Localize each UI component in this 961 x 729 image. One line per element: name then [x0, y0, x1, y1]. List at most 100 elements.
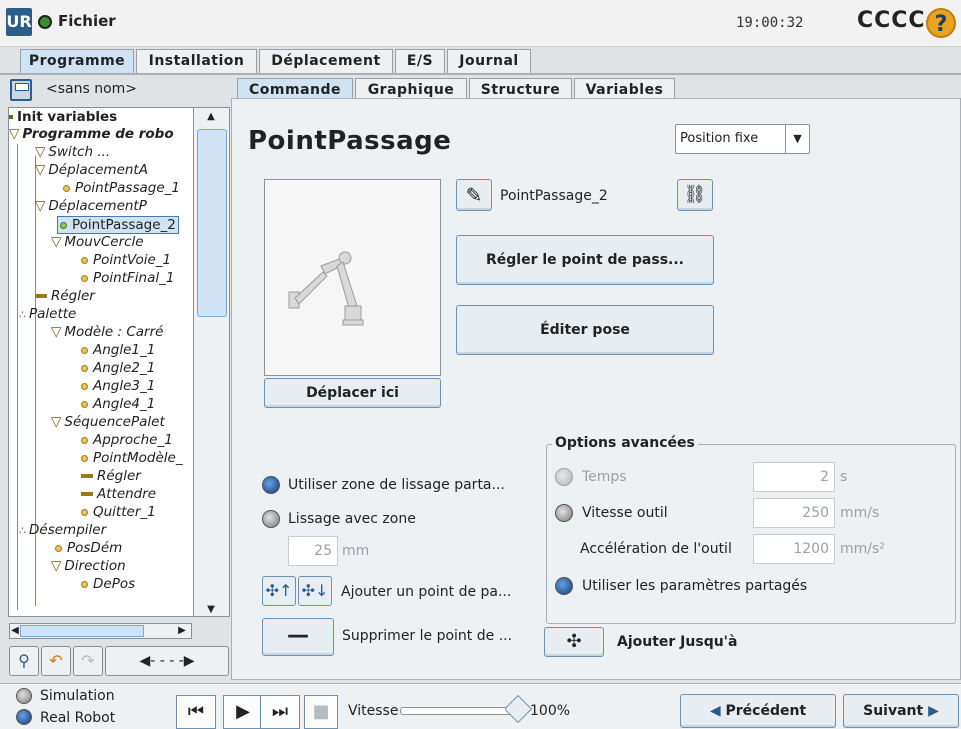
program-name: <sans nom>	[46, 81, 138, 97]
tree-node[interactable]: ▽ MouvCercle	[51, 234, 144, 250]
tree-node[interactable]: ▽ Switch ...	[35, 144, 110, 160]
play-icon[interactable]: ▶	[223, 695, 263, 729]
add-until-button[interactable]: ✣	[544, 627, 604, 657]
tree-node[interactable]: ∴ Palette	[19, 306, 76, 323]
save-icon[interactable]	[10, 79, 32, 101]
remove-waypoint-button[interactable]: —	[262, 618, 334, 656]
clock: 19:00:32	[736, 15, 804, 31]
tab-programme[interactable]: Programme	[20, 49, 134, 75]
tree-node[interactable]: ▽ DéplacementA	[35, 162, 148, 178]
tree-node-selected[interactable]: PointPassage_2	[57, 216, 179, 234]
tree-scroll-thumb[interactable]	[197, 129, 227, 317]
tree-node[interactable]: Angle2_1	[81, 360, 155, 376]
tree-node[interactable]: Quitter_1	[81, 504, 156, 520]
tree-hscroll-thumb[interactable]	[20, 625, 144, 637]
tree-node[interactable]: Régler	[35, 288, 95, 304]
undo-icon[interactable]: ↶	[41, 646, 71, 676]
tab-deplacement[interactable]: Déplacement	[259, 49, 393, 73]
blend-unit: mm	[342, 543, 370, 559]
waypoint-name: PointPassage_2	[500, 188, 608, 204]
pencil-icon[interactable]: ✎	[456, 179, 492, 211]
time-radio[interactable]	[555, 468, 573, 486]
file-menu[interactable]: Fichier	[58, 12, 116, 30]
arrow-right-icon: ▶	[923, 703, 939, 719]
add-before-icon[interactable]: ✣↑	[262, 576, 296, 606]
previous-button[interactable]: ◀ Précédent	[680, 694, 836, 728]
time-label: Temps	[582, 469, 627, 485]
step-forward-icon[interactable]: ⏭	[260, 695, 300, 729]
real-robot-radio[interactable]	[16, 709, 32, 725]
move-here-button[interactable]: Déplacer ici	[264, 378, 441, 408]
next-button[interactable]: Suivant ▶	[843, 694, 959, 728]
edit-pose-button[interactable]: Éditer pose	[456, 305, 714, 355]
tree-node[interactable]: Régler	[81, 468, 141, 484]
speed-label: Vitesse	[348, 703, 399, 719]
robot-status-icon	[38, 15, 52, 29]
robot-arm-icon	[288, 251, 364, 326]
shared-params-radio[interactable]	[555, 577, 573, 595]
search-icon[interactable]: ⚲	[9, 646, 39, 676]
time-unit: s	[840, 469, 848, 485]
tree-node[interactable]: Attendre	[81, 486, 156, 502]
robot-name: CCCC	[857, 8, 926, 33]
simulation-label: Simulation	[40, 688, 115, 704]
stop-icon[interactable]: ■	[304, 695, 338, 729]
tree-node[interactable]: Angle1_1	[81, 342, 155, 358]
blend-radius-radio[interactable]	[262, 510, 280, 528]
chevron-down-icon[interactable]: ▼	[785, 125, 809, 153]
shared-blend-radio[interactable]	[262, 476, 280, 494]
tree-node[interactable]: PointVoie_1	[81, 252, 171, 268]
add-until-label: Ajouter Jusqu'à	[617, 634, 738, 650]
tool-speed-radio[interactable]	[555, 504, 573, 522]
arrow-left-icon: ◀	[709, 703, 726, 719]
tab-divider	[0, 73, 961, 75]
speed-value: 100%	[530, 703, 571, 719]
time-field[interactable]: 2	[753, 462, 835, 492]
tool-speed-field[interactable]: 250	[753, 498, 835, 528]
blend-radius-field[interactable]: 25	[288, 536, 338, 566]
remove-waypoint-label: Supprimer le point de ...	[342, 628, 513, 644]
link-icon[interactable]: ⛓	[677, 179, 713, 211]
add-waypoint-label: Ajouter un point de pa...	[341, 584, 512, 600]
tool-accel-unit: mm/s²	[840, 541, 885, 557]
blend-radius-label: Lissage avec zone	[288, 511, 416, 527]
top-bar	[0, 0, 961, 47]
tree-node[interactable]: Approche_1	[81, 432, 173, 448]
robot-preview	[264, 179, 441, 376]
tool-accel-label: Accélération de l'outil	[580, 541, 732, 557]
tree-node[interactable]: ▽ Direction	[51, 558, 126, 574]
tree-node[interactable]: ▽ Programme de robo	[9, 126, 174, 142]
simulation-radio[interactable]	[16, 688, 32, 704]
set-waypoint-button[interactable]: Régler le point de pass...	[456, 235, 714, 285]
tree-node[interactable]: DePos	[81, 576, 135, 592]
help-icon[interactable]: ?	[926, 8, 956, 38]
scroll-down-icon[interactable]: ▼	[200, 604, 222, 615]
tree-node[interactable]: ▽ Modèle : Carré	[51, 324, 163, 340]
shared-blend-label: Utiliser zone de lissage parta...	[288, 477, 505, 493]
advanced-options-title: Options avancées	[552, 435, 698, 451]
scroll-left-icon[interactable]: ◀	[10, 625, 20, 636]
tool-speed-label: Vitesse outil	[582, 505, 668, 521]
tree-node[interactable]: Angle4_1	[81, 396, 155, 412]
tree-node[interactable]: Init variables	[9, 109, 117, 125]
scroll-right-icon[interactable]: ▶	[176, 625, 188, 636]
tab-installation[interactable]: Installation	[136, 49, 257, 73]
tab-journal[interactable]: Journal	[447, 49, 531, 73]
skip-back-icon[interactable]: ⏮	[176, 695, 216, 729]
tree-node[interactable]: PosDém	[55, 540, 122, 556]
scroll-up-icon[interactable]: ▲	[200, 111, 222, 122]
tree-node[interactable]: Angle3_1	[81, 378, 155, 394]
tree-node[interactable]: ∴ Désempiler	[19, 522, 106, 539]
tool-accel-field[interactable]: 1200	[753, 534, 835, 564]
tree-node[interactable]: PointModèle_	[81, 450, 183, 466]
move-node-icon[interactable]: ◀- - - -▶	[105, 646, 229, 676]
tree-node[interactable]: ▽ SéquencePalet	[51, 414, 165, 430]
tree-node[interactable]: ▽ DéplacementP	[35, 198, 147, 214]
tab-es[interactable]: E/S	[395, 49, 445, 73]
tree-node[interactable]: PointPassage_1	[63, 180, 180, 196]
redo-icon[interactable]: ↷	[73, 646, 103, 676]
tree-node[interactable]: PointFinal_1	[81, 270, 174, 286]
shared-params-label: Utiliser les paramètres partagés	[582, 578, 808, 594]
ur-logo: UR	[6, 8, 32, 36]
add-after-icon[interactable]: ✣↓	[298, 576, 332, 606]
